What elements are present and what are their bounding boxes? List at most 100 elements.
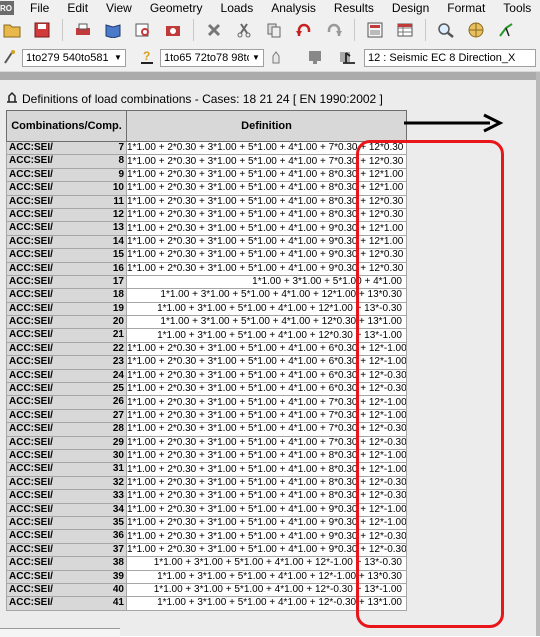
menu-analysis[interactable]: Analysis — [262, 0, 325, 16]
combination-cell[interactable]: ACC:SEI/36 — [6, 529, 127, 544]
table-row[interactable]: ACC:SEI/9 1*1.00 + 2*0.30 + 3*1.00 + 5*1.… — [6, 167, 407, 183]
combination-cell[interactable]: ACC:SEI/33 — [6, 489, 127, 504]
combination-cell[interactable]: ACC:SEI/23 — [6, 355, 127, 370]
table-row[interactable]: ACC:SEI/12 1*1.00 + 2*0.30 + 3*1.00 + 5*1… — [6, 207, 407, 223]
combination-cell[interactable]: ACC:SEI/12 — [6, 207, 127, 223]
menu-results[interactable]: Results — [325, 0, 383, 16]
combination-cell[interactable]: ACC:SEI/26 — [6, 395, 127, 410]
table-row[interactable]: ACC:SEI/8 1*1.00 + 2*0.30 + 3*1.00 + 5*1.… — [6, 154, 407, 169]
table-row[interactable]: ACC:SEI/30 1*1.00 + 2*0.30 + 3*1.00 + 5*1… — [6, 448, 407, 464]
delete-icon[interactable] — [204, 20, 224, 40]
table-row[interactable]: ACC:SEI/38 1*1.00 + 3*1.00 + 5*1.00 + 4*1… — [6, 556, 407, 571]
table-row[interactable]: ACC:SEI/23 1*1.00 + 2*0.30 + 3*1.00 + 5*1… — [6, 355, 407, 370]
load-case-field[interactable]: 12 : Seismic EC 8 Direction_X — [364, 49, 536, 67]
table-row[interactable]: ACC:SEI/14 1*1.00 + 2*0.30 + 3*1.00 + 5*1… — [6, 234, 407, 250]
zoom-icon[interactable] — [436, 20, 456, 40]
combination-cell[interactable]: ACC:SEI/31 — [6, 462, 127, 477]
table-row[interactable]: ACC:SEI/18 1*1.00 + 3*1.00 + 5*1.00 + 4*1… — [6, 288, 407, 303]
load-case-icon[interactable] — [340, 49, 358, 67]
table-row[interactable]: ACC:SEI/15 1*1.00 + 2*0.30 + 3*1.00 + 5*1… — [6, 248, 407, 263]
node-select-icon[interactable] — [2, 49, 20, 67]
printer-icon[interactable] — [73, 20, 93, 40]
menu-format[interactable]: Format — [438, 0, 494, 16]
table-row[interactable]: ACC:SEI/25 1*1.00 + 2*0.30 + 3*1.00 + 5*1… — [6, 382, 407, 397]
combination-cell[interactable]: ACC:SEI/13 — [6, 221, 127, 236]
combination-cell[interactable]: ACC:SEI/18 — [6, 288, 127, 303]
table-row[interactable]: ACC:SEI/19 1*1.00 + 3*1.00 + 5*1.00 + 4*1… — [6, 301, 407, 317]
combination-cell[interactable]: ACC:SEI/24 — [6, 368, 127, 384]
table-row[interactable]: ACC:SEI/33 1*1.00 + 2*0.30 + 3*1.00 + 5*1… — [6, 489, 407, 504]
chevron-down-icon[interactable]: ▼ — [249, 50, 263, 66]
combination-cell[interactable]: ACC:SEI/8 — [6, 154, 127, 169]
table-row[interactable]: ACC:SEI/41 1*1.00 + 3*1.00 + 5*1.00 + 4*1… — [6, 596, 407, 611]
bar-selection-field[interactable]: 1to65 72to78 98to1 ▼ — [160, 49, 264, 67]
menu-design[interactable]: Design — [383, 0, 438, 16]
table-row[interactable]: ACC:SEI/31 1*1.00 + 2*0.30 + 3*1.00 + 5*1… — [6, 462, 407, 477]
calculator-icon[interactable] — [365, 20, 385, 40]
table-row[interactable]: ACC:SEI/26 1*1.00 + 2*0.30 + 3*1.00 + 5*1… — [6, 395, 407, 410]
redo-icon[interactable] — [324, 20, 344, 40]
combination-cell[interactable]: ACC:SEI/29 — [6, 435, 127, 450]
bar-select-icon[interactable]: ? — [138, 49, 156, 67]
combination-cell[interactable]: ACC:SEI/25 — [6, 382, 127, 397]
table-row[interactable]: ACC:SEI/10 1*1.00 + 2*0.30 + 3*1.00 + 5*1… — [6, 181, 407, 196]
copy-icon[interactable] — [264, 20, 284, 40]
table-row[interactable]: ACC:SEI/20 1*1.00 + 3*1.00 + 5*1.00 + 4*1… — [6, 315, 407, 330]
vertical-scrollbar[interactable] — [536, 72, 540, 636]
table-row[interactable]: ACC:SEI/40 1*1.00 + 3*1.00 + 5*1.00 + 4*1… — [6, 582, 407, 598]
combination-cell[interactable]: ACC:SEI/28 — [6, 422, 127, 437]
table-row[interactable]: ACC:SEI/28 1*1.00 + 2*0.30 + 3*1.00 + 5*1… — [6, 422, 407, 437]
combination-cell[interactable]: ACC:SEI/11 — [6, 194, 127, 209]
camera-icon[interactable] — [163, 20, 183, 40]
table-icon[interactable] — [395, 20, 415, 40]
menu-view[interactable]: View — [97, 0, 141, 16]
table-row[interactable]: ACC:SEI/17 1*1.00 + 3*1.00 + 5*1.00 + 4*1… — [6, 274, 407, 290]
menu-geometry[interactable]: Geometry — [141, 0, 212, 16]
combination-cell[interactable]: ACC:SEI/10 — [6, 181, 127, 196]
table-row[interactable]: ACC:SEI/16 1*1.00 + 2*0.30 + 3*1.00 + 5*1… — [6, 261, 407, 276]
combination-cell[interactable]: ACC:SEI/17 — [6, 274, 127, 290]
table-row[interactable]: ACC:SEI/34 1*1.00 + 2*0.30 + 3*1.00 + 5*1… — [6, 502, 407, 517]
undo-icon[interactable] — [294, 20, 314, 40]
combination-cell[interactable]: ACC:SEI/9 — [6, 167, 127, 183]
combination-cell[interactable]: ACC:SEI/40 — [6, 582, 127, 598]
combination-cell[interactable]: ACC:SEI/19 — [6, 301, 127, 317]
table-row[interactable]: ACC:SEI/39 1*1.00 + 3*1.00 + 5*1.00 + 4*1… — [6, 569, 407, 584]
hand-selection-icon[interactable] — [268, 49, 286, 67]
table-row[interactable]: ACC:SEI/29 1*1.00 + 2*0.30 + 3*1.00 + 5*1… — [6, 435, 407, 450]
combination-cell[interactable]: ACC:SEI/30 — [6, 448, 127, 464]
table-row[interactable]: ACC:SEI/32 1*1.00 + 2*0.30 + 3*1.00 + 5*1… — [6, 475, 407, 491]
menu-loads[interactable]: Loads — [212, 0, 263, 16]
table-row[interactable]: ACC:SEI/24 1*1.00 + 2*0.30 + 3*1.00 + 5*1… — [6, 368, 407, 384]
table-row[interactable]: ACC:SEI/35 1*1.00 + 2*0.30 + 3*1.00 + 5*1… — [6, 515, 407, 531]
combination-cell[interactable]: ACC:SEI/35 — [6, 515, 127, 531]
table-row[interactable]: ACC:SEI/22 1*1.00 + 2*0.30 + 3*1.00 + 5*1… — [6, 341, 407, 357]
combination-cell[interactable]: ACC:SEI/20 — [6, 315, 127, 330]
menu-file[interactable]: File — [14, 0, 58, 16]
combination-cell[interactable]: ACC:SEI/38 — [6, 556, 127, 571]
display-icon[interactable] — [306, 49, 324, 67]
menu-tools[interactable]: Tools — [494, 0, 540, 16]
table-row[interactable]: ACC:SEI/11 1*1.00 + 2*0.30 + 3*1.00 + 5*1… — [6, 194, 407, 209]
table-row[interactable]: ACC:SEI/7 1*1.00 + 2*0.30 + 3*1.00 + 5*1.… — [6, 140, 407, 156]
node-selection-field[interactable]: 1to279 540to581 ▼ — [22, 49, 126, 67]
column-header-combinations[interactable]: Combinations/Comp. — [6, 110, 127, 142]
combination-cell[interactable]: ACC:SEI/14 — [6, 234, 127, 250]
combination-cell[interactable]: ACC:SEI/37 — [6, 542, 127, 558]
structure-icon[interactable] — [496, 20, 516, 40]
cut-icon[interactable] — [234, 20, 254, 40]
combination-cell[interactable]: ACC:SEI/21 — [6, 328, 127, 343]
table-row[interactable]: ACC:SEI/37 1*1.00 + 2*0.30 + 3*1.00 + 5*1… — [6, 542, 407, 558]
combination-cell[interactable]: ACC:SEI/27 — [6, 408, 127, 424]
column-header-definition[interactable]: Definition — [126, 110, 407, 142]
book-icon[interactable] — [103, 20, 123, 40]
save-disk-icon[interactable] — [32, 20, 52, 40]
table-row[interactable]: ACC:SEI/21 1*1.00 + 3*1.00 + 5*1.00 + 4*1… — [6, 328, 407, 343]
combination-cell[interactable]: ACC:SEI/7 — [6, 140, 127, 156]
table-row[interactable]: ACC:SEI/13 1*1.00 + 2*0.30 + 3*1.00 + 5*1… — [6, 221, 407, 236]
table-row[interactable]: ACC:SEI/36 1*1.00 + 2*0.30 + 3*1.00 + 5*1… — [6, 529, 407, 544]
open-folder-icon[interactable] — [2, 20, 22, 40]
combination-cell[interactable]: ACC:SEI/41 — [6, 596, 127, 611]
menu-edit[interactable]: Edit — [58, 0, 97, 16]
table-row[interactable]: ACC:SEI/27 1*1.00 + 2*0.30 + 3*1.00 + 5*1… — [6, 408, 407, 424]
